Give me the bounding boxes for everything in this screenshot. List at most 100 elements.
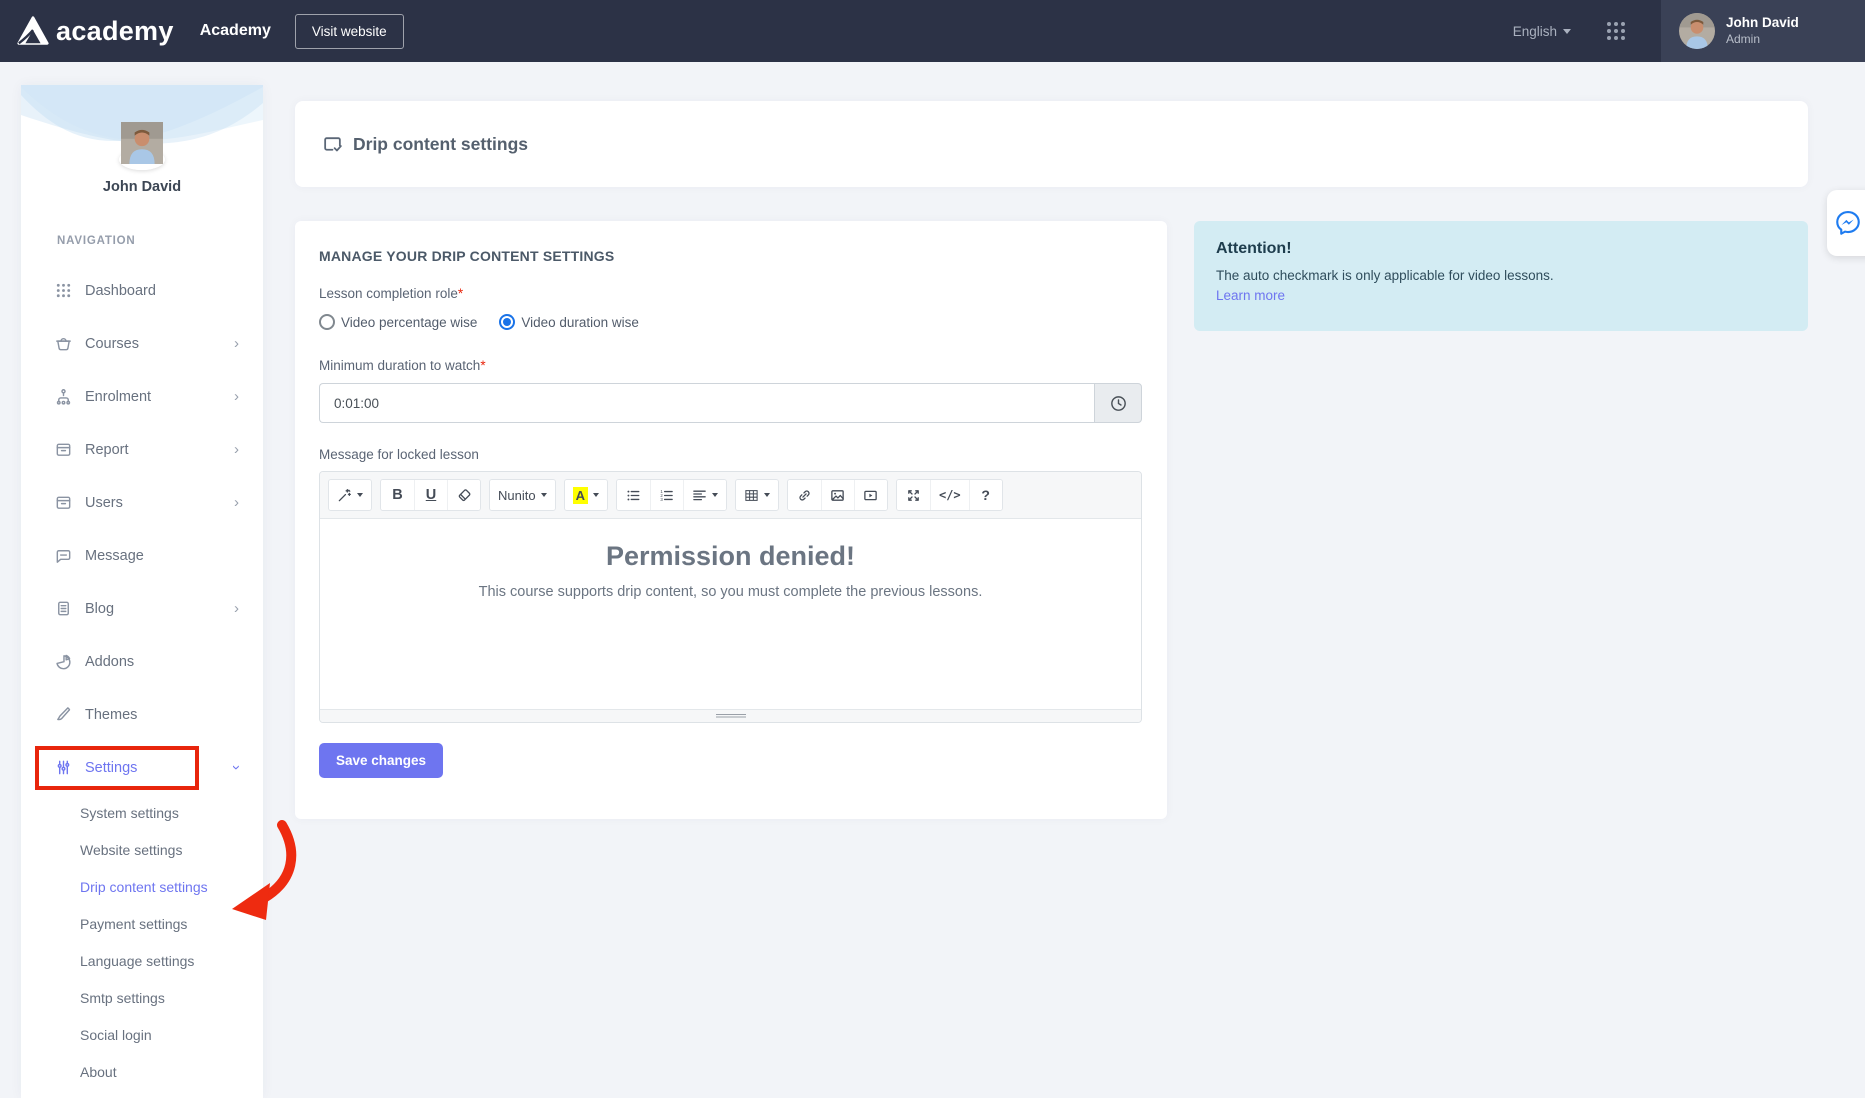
duration-input[interactable] [319,383,1094,423]
academy-logo[interactable]: academy [16,14,174,48]
table-button[interactable] [736,480,778,510]
submenu-item-social-login[interactable]: Social login [21,1016,263,1053]
video-icon [863,488,878,503]
color-icon: A [573,487,588,504]
visit-website-button[interactable]: Visit website [295,14,404,49]
learn-more-link[interactable]: Learn more [1216,288,1285,303]
help-icon: ? [981,487,990,503]
submenu-item-payment-settings[interactable]: Payment settings [21,905,263,942]
toolbar-group: 123 [616,479,727,511]
unordered-list-button[interactable] [617,480,650,510]
logo-text: academy [56,16,174,47]
sidebar-item-users[interactable]: Users› [21,476,263,529]
profile-avatar[interactable] [119,149,165,170]
unordered-list-icon [626,488,641,503]
document-icon [54,599,73,618]
chat-icon [54,546,73,565]
sliders-icon [54,758,73,777]
sidebar-item-themes[interactable]: Themes [21,688,263,741]
language-label: English [1513,24,1557,39]
sidebar-item-dashboard[interactable]: Dashboard [21,264,263,317]
clock-addon-button[interactable] [1094,383,1142,423]
user-name: John David [1726,15,1799,32]
chevron-right-icon: › [234,336,239,351]
toolbar-group: A [564,479,608,511]
bold-icon: B [392,487,402,503]
video-button[interactable] [854,480,887,510]
editor-resize-handle[interactable] [320,709,1141,722]
magic-style-button[interactable] [329,480,371,510]
user-menu[interactable]: John David Admin [1661,0,1865,62]
chevron-right-icon: › [234,495,239,510]
submenu-item-about[interactable]: About [21,1053,263,1090]
radio-button-icon[interactable] [499,314,515,330]
toolbar-group: </>? [896,479,1003,511]
sidebar-item-settings[interactable]: Settings› [21,741,263,794]
settings-submenu: System settingsWebsite settingsDrip cont… [21,794,263,1090]
section-title: MANAGE YOUR DRIP CONTENT SETTINGS [319,248,1143,264]
editor-content-title: Permission denied! [320,541,1141,572]
caret-down-icon [593,493,599,497]
toolbar-group [328,479,372,511]
app-window: academy Academy Visit website English [0,0,1865,1098]
submenu-item-drip-content-settings[interactable]: Drip content settings [21,868,263,905]
caret-down-icon [764,493,770,497]
chevron-right-icon: › [234,389,239,404]
sidebar-item-message[interactable]: Message [21,529,263,582]
codeview-button[interactable]: </> [930,480,969,510]
submenu-item-smtp-settings[interactable]: Smtp settings [21,979,263,1016]
chevron-down-icon [1563,29,1571,34]
user-avatar [1679,13,1715,49]
sidebar-item-report[interactable]: Report› [21,423,263,476]
lesson-completion-label: Lesson completion role* [319,286,1143,301]
sidebar-item-courses[interactable]: Courses› [21,317,263,370]
language-selector[interactable]: English [1513,24,1571,39]
page-header-card: Drip content settings [295,101,1808,187]
messenger-chat-button[interactable] [1827,190,1865,256]
help-button[interactable]: ? [969,480,1002,510]
fullscreen-icon [906,488,921,503]
paragraph-align-icon [692,488,707,503]
eraser-icon [457,488,472,503]
apps-grid-icon[interactable] [1605,20,1627,42]
sidebar-item-blog[interactable]: Blog› [21,582,263,635]
submenu-item-website-settings[interactable]: Website settings [21,831,263,868]
sidebar-item-addons[interactable]: Addons [21,635,263,688]
grid-icon [54,281,73,300]
pie-icon [54,652,73,671]
page-title: Drip content settings [353,134,528,155]
rich-text-editor: BU Nunito A 123 </>? Permission denied! This… [319,471,1142,723]
clock-icon [1109,394,1128,413]
paragraph-align-button[interactable] [683,480,726,510]
attention-body: The auto checkmark is only applicable fo… [1216,268,1786,283]
editor-toolbar: BU Nunito A 123 </>? [320,472,1141,519]
chevron-down-icon: › [229,765,244,770]
ordered-list-button[interactable]: 123 [650,480,683,510]
academy-logo-icon [16,14,50,48]
caret-down-icon [541,493,547,497]
save-changes-button[interactable]: Save changes [319,743,443,778]
submenu-item-system-settings[interactable]: System settings [21,794,263,831]
svg-text:3: 3 [661,496,664,501]
fullscreen-button[interactable] [897,480,930,510]
link-button[interactable] [788,480,821,510]
drip-settings-card: MANAGE YOUR DRIP CONTENT SETTINGS Lesson… [295,221,1167,819]
submenu-item-language-settings[interactable]: Language settings [21,942,263,979]
archive-icon [54,440,73,459]
radio-video-duration-wise[interactable]: Video duration wise [499,314,639,330]
radio-button-icon[interactable] [319,314,335,330]
radio-video-percentage-wise[interactable]: Video percentage wise [319,314,477,330]
eraser-button[interactable] [447,480,480,510]
bold-button[interactable]: B [381,480,414,510]
fontname-button[interactable]: Nunito [490,480,555,510]
ordered-list-icon: 123 [659,488,674,503]
lesson-completion-options: Video percentage wise Video duration wise [319,314,1143,330]
underline-button[interactable]: U [414,480,447,510]
editor-content[interactable]: Permission denied! This course supports … [320,519,1141,709]
sidebar-profile: John David [21,85,263,195]
color-button[interactable]: A [565,480,607,510]
app-name: Academy [200,22,271,40]
picture-button[interactable] [821,480,854,510]
sidebar-item-enrolment[interactable]: Enrolment› [21,370,263,423]
toolbar-group [735,479,779,511]
